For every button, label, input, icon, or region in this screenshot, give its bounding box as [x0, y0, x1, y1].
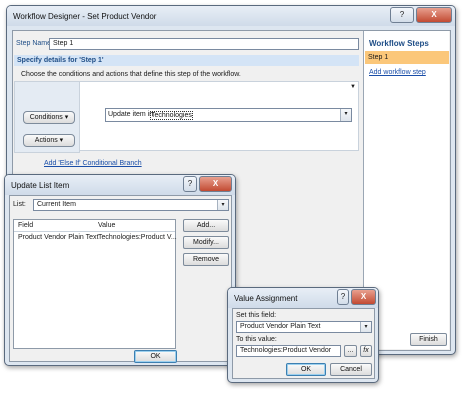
to-value-label: To this value: — [236, 336, 277, 343]
update-dialog-client: List: Current Item ▾ Field Value Product… — [9, 195, 232, 363]
designer-title: Workflow Designer - Set Product Vendor — [13, 12, 157, 21]
value-dialog-ok-button[interactable]: OK — [286, 363, 326, 376]
update-dialog-help-button[interactable]: ? — [183, 176, 197, 192]
action-list-link[interactable]: Technologies — [150, 111, 193, 120]
add-field-button[interactable]: Add... — [183, 219, 229, 232]
workflow-steps-heading: Workflow Steps — [369, 39, 429, 48]
step-name-input[interactable]: Step 1 — [49, 38, 359, 50]
table-row[interactable]: Product Vendor Plain Text Technologies:P… — [14, 233, 177, 243]
value-dialog-help-button[interactable]: ? — [337, 289, 349, 305]
modify-field-button[interactable]: Modify... — [183, 236, 229, 249]
update-dialog-title: Update List Item — [11, 181, 70, 190]
list-select[interactable]: Current Item ▾ — [33, 199, 229, 211]
conditions-button[interactable]: Conditions ▾ — [23, 111, 75, 124]
actions-button[interactable]: Actions ▾ — [23, 134, 75, 147]
update-dialog-close-button[interactable]: X — [199, 176, 232, 192]
actions-box: Update item in Technologies ▾ — [105, 108, 352, 122]
remove-field-button[interactable]: Remove — [183, 253, 229, 266]
list-select-value: Current Item — [37, 201, 76, 208]
value-dialog-close-button[interactable]: X — [351, 289, 376, 305]
to-value-input[interactable]: Technologies:Product Vendor — [236, 345, 341, 357]
grid-header-divider — [14, 231, 175, 232]
set-field-dropdown-icon[interactable]: ▾ — [360, 322, 371, 332]
set-field-select[interactable]: Product Vendor Plain Text ▾ — [236, 321, 372, 333]
update-dialog-ok-button[interactable]: OK — [134, 350, 177, 363]
field-value-grid: Field Value Product Vendor Plain Text Te… — [13, 219, 177, 349]
action-text: Update item in — [108, 111, 154, 118]
list-select-dropdown-icon[interactable]: ▾ — [217, 200, 228, 210]
row-field-cell: Product Vendor Plain Text — [18, 234, 99, 241]
designer-close-button[interactable]: X — [416, 7, 452, 23]
designer-titlebar: Workflow Designer - Set Product Vendor ?… — [7, 6, 455, 26]
formula-fx-button[interactable]: fx — [360, 345, 372, 357]
rule-options-arrow[interactable]: ▼ — [350, 84, 356, 90]
designer-help-button[interactable]: ? — [390, 7, 414, 23]
row-value-cell: Technologies:Product V... — [98, 234, 177, 241]
update-list-item-dialog: Update List Item ? X List: Current Item … — [4, 174, 236, 366]
column-header-field: Field — [18, 222, 34, 229]
value-dialog-cancel-button[interactable]: Cancel — [330, 363, 372, 376]
value-dialog-client: Set this field: Product Vendor Plain Tex… — [232, 308, 375, 379]
finish-button[interactable]: Finish — [410, 333, 447, 346]
value-dialog-title: Value Assignment — [234, 294, 298, 303]
value-dialog-titlebar: Value Assignment ? X — [228, 288, 378, 308]
add-else-if-branch-link[interactable]: Add 'Else If' Conditional Branch — [44, 160, 142, 167]
browse-ellipsis-button[interactable]: ... — [344, 345, 357, 357]
choose-instructions: Choose the conditions and actions that d… — [21, 71, 241, 78]
specify-details-header: Specify details for 'Step 1' — [14, 55, 359, 66]
workflow-step-item[interactable]: Step 1 — [365, 51, 449, 64]
set-field-value: Product Vendor Plain Text — [240, 323, 321, 330]
step-name-label: Step Name: — [16, 40, 53, 47]
rule-area: ▼ Update item in Technologies ▾ — [38, 81, 359, 151]
value-assignment-dialog: Value Assignment ? X Set this field: Pro… — [227, 287, 379, 383]
update-dialog-titlebar: Update List Item ? X — [5, 175, 235, 195]
workflow-step-label: Step 1 — [368, 54, 389, 61]
column-header-value: Value — [98, 222, 116, 229]
action-menu-dropdown[interactable]: ▾ — [340, 109, 351, 121]
add-workflow-step-link[interactable]: Add workflow step — [369, 69, 426, 76]
button-panel: Conditions ▾ Actions ▾ — [14, 81, 80, 153]
specify-details-heading: Specify details for 'Step 1' — [17, 57, 104, 64]
list-label: List: — [13, 201, 26, 208]
set-field-label: Set this field: — [236, 312, 277, 319]
